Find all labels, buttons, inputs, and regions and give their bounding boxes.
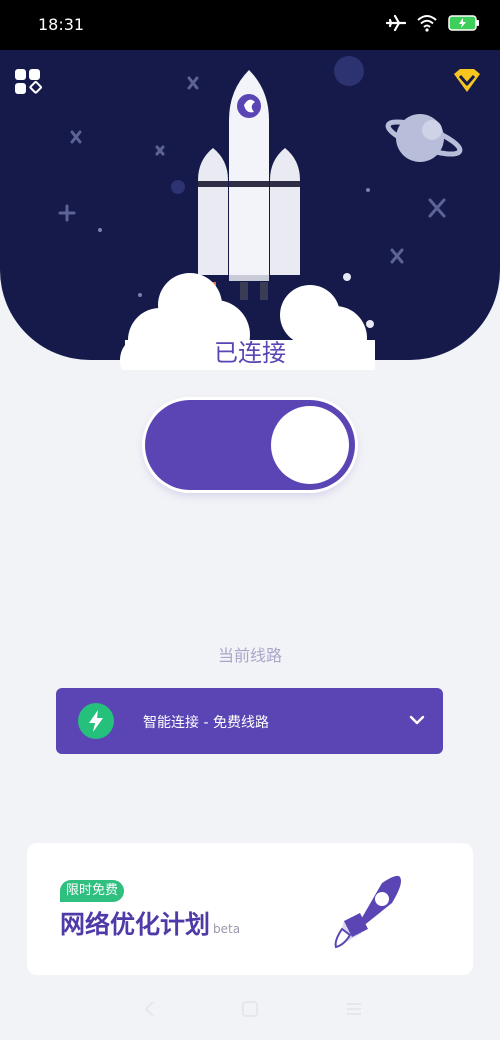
status-bar: 18:31 xyxy=(0,0,500,50)
apps-icon[interactable] xyxy=(14,68,44,96)
lightning-icon xyxy=(78,703,114,739)
rocket-icon xyxy=(334,875,401,949)
promo-beta-label: beta xyxy=(213,922,241,936)
battery-icon xyxy=(448,15,479,31)
promo-title: 网络优化计划 beta xyxy=(60,905,240,941)
promo-title-text: 网络优化计划 xyxy=(60,910,211,939)
home-icon[interactable] xyxy=(240,999,260,1019)
wifi-icon xyxy=(417,15,437,32)
status-time: 18:31 xyxy=(38,15,85,34)
chevron-down-icon[interactable] xyxy=(409,712,425,728)
menu-icon[interactable] xyxy=(344,999,364,1019)
promo-badge: 限时免费 xyxy=(60,880,125,902)
route-selected-text: 智能连接 - 免费线路 xyxy=(143,715,269,731)
back-icon[interactable] xyxy=(140,999,160,1019)
system-nav-bar xyxy=(0,985,500,1040)
airplane-icon xyxy=(386,14,406,32)
toggle-knob[interactable] xyxy=(271,406,349,484)
connection-toggle[interactable] xyxy=(145,400,355,490)
current-route-label: 当前线路 xyxy=(217,646,282,665)
vip-diamond-icon[interactable] xyxy=(452,68,482,94)
status-icons xyxy=(386,14,480,32)
route-selector[interactable]: 智能连接 - 免费线路 xyxy=(56,688,443,754)
connection-status-text: 已连接 xyxy=(214,339,286,367)
network-optimization-card[interactable]: 限时免费 网络优化计划 beta xyxy=(27,843,473,975)
